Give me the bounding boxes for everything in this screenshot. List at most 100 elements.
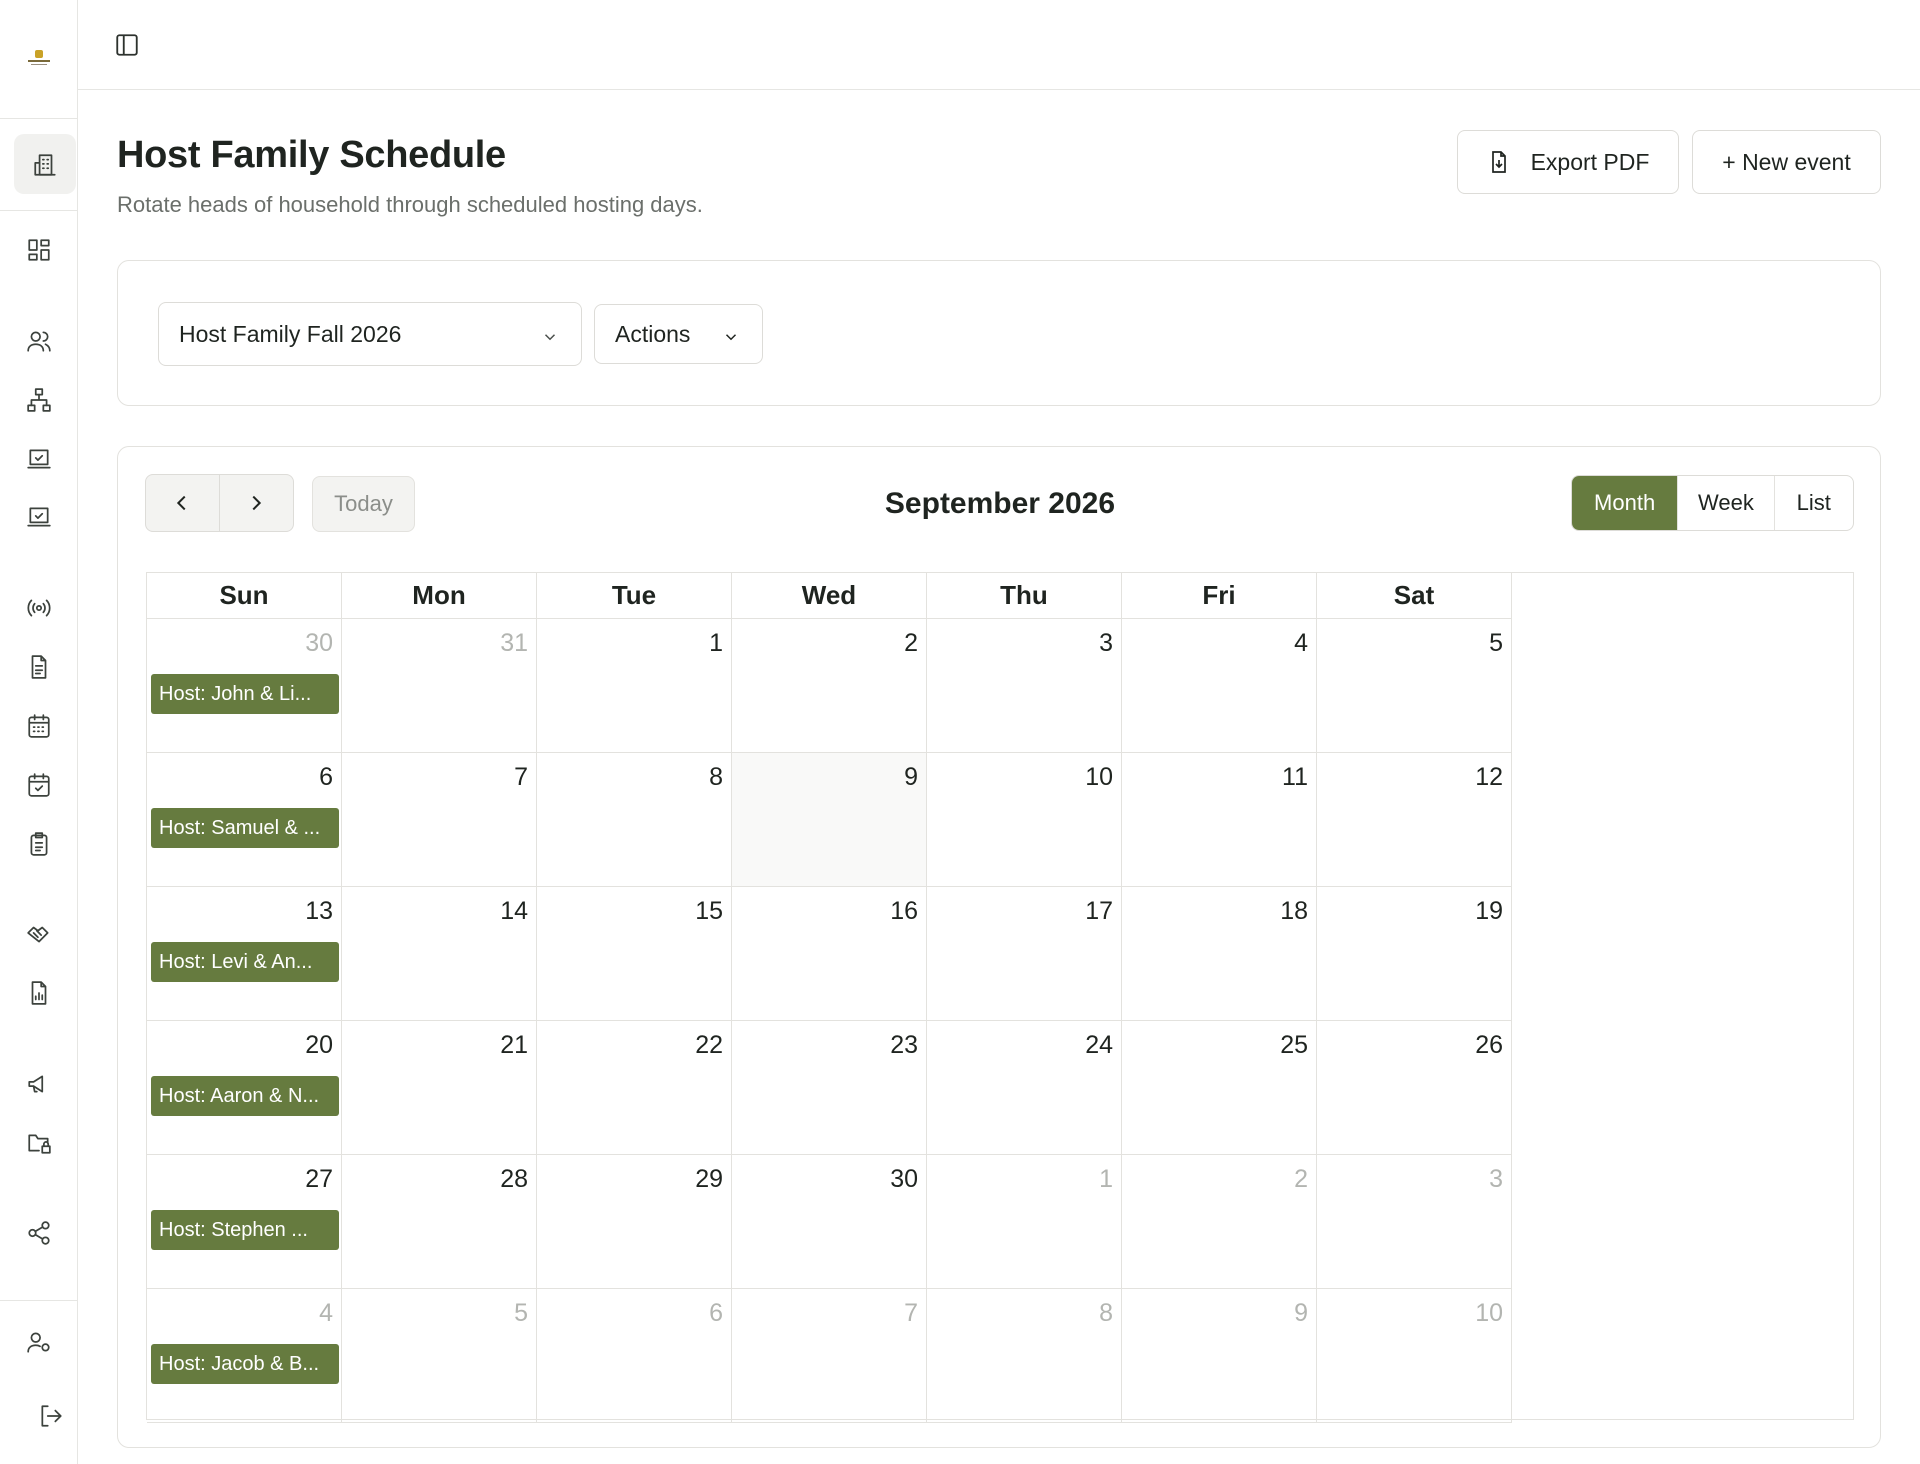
day-number: 20 xyxy=(305,1031,333,1059)
checkbox-icon[interactable] xyxy=(24,444,54,474)
day-cell[interactable]: 22 xyxy=(537,1021,732,1155)
day-number: 23 xyxy=(890,1031,918,1059)
day-cell[interactable]: 7 xyxy=(732,1289,927,1423)
building-icon[interactable] xyxy=(30,150,60,180)
day-number: 6 xyxy=(319,763,333,791)
org-chart-icon[interactable] xyxy=(24,385,54,415)
day-cell[interactable]: 29 xyxy=(537,1155,732,1289)
dashboard-icon[interactable] xyxy=(24,235,54,265)
day-cell[interactable]: 27 Host: Stephen ... xyxy=(147,1155,342,1289)
day-cell[interactable]: 15 xyxy=(537,887,732,1021)
day-cell[interactable]: 1 xyxy=(537,619,732,753)
day-cell[interactable]: 5 xyxy=(1317,619,1512,753)
checkbox-icon[interactable] xyxy=(24,502,54,532)
user-settings-icon[interactable] xyxy=(24,1327,54,1357)
day-cell[interactable]: 2 xyxy=(1122,1155,1317,1289)
sidebar-toggle-icon[interactable] xyxy=(114,32,140,58)
view-list-button[interactable]: List xyxy=(1775,476,1853,530)
day-cell[interactable]: 2 xyxy=(732,619,927,753)
day-cell[interactable]: 6 xyxy=(537,1289,732,1423)
schedule-select[interactable]: Host Family Fall 2026 xyxy=(158,302,582,366)
day-cell[interactable]: 6 Host: Samuel & ... xyxy=(147,753,342,887)
day-number: 15 xyxy=(695,897,723,925)
sidebar-divider xyxy=(0,1300,77,1301)
day-cell[interactable]: 30 xyxy=(732,1155,927,1289)
day-cell[interactable]: 16 xyxy=(732,887,927,1021)
sidebar-divider xyxy=(0,118,77,119)
logo[interactable] xyxy=(26,50,52,68)
week-row: 30 Host: John & Li... 31 1 2 3 4 5 xyxy=(147,619,1512,753)
day-cell[interactable]: 12 xyxy=(1317,753,1512,887)
day-number: 1 xyxy=(1099,1165,1113,1193)
sidebar xyxy=(0,0,78,1464)
calendar-card: Today September 2026 Month Week List Sun… xyxy=(117,446,1881,1448)
day-cell[interactable]: 9 xyxy=(732,753,927,887)
file-download-icon xyxy=(1491,151,1506,173)
users-icon[interactable] xyxy=(24,326,54,356)
report-icon[interactable] xyxy=(24,978,54,1008)
day-number: 6 xyxy=(709,1299,723,1327)
logout-icon[interactable] xyxy=(36,1401,66,1431)
day-cell[interactable]: 10 xyxy=(927,753,1122,887)
share-icon[interactable] xyxy=(24,1218,54,1248)
view-month-button[interactable]: Month xyxy=(1572,476,1679,530)
day-of-week-header: Sun Mon Tue Wed Thu Fri Sat xyxy=(147,573,1512,619)
day-number: 12 xyxy=(1475,763,1503,791)
day-number: 24 xyxy=(1085,1031,1113,1059)
day-number: 26 xyxy=(1475,1031,1503,1059)
day-number: 19 xyxy=(1475,897,1503,925)
calendar-event[interactable]: Host: John & Li... xyxy=(151,674,339,714)
day-cell[interactable]: 24 xyxy=(927,1021,1122,1155)
day-cell[interactable]: 30 Host: John & Li... xyxy=(147,619,342,753)
day-cell[interactable]: 8 xyxy=(537,753,732,887)
day-number: 13 xyxy=(305,897,333,925)
day-cell[interactable]: 17 xyxy=(927,887,1122,1021)
export-pdf-button[interactable]: Export PDF xyxy=(1457,130,1679,194)
day-cell[interactable]: 3 xyxy=(927,619,1122,753)
new-event-button[interactable]: + New event xyxy=(1692,130,1881,194)
handshake-icon[interactable] xyxy=(24,919,54,949)
day-cell[interactable]: 5 xyxy=(342,1289,537,1423)
day-cell[interactable]: 13 Host: Levi & An... xyxy=(147,887,342,1021)
day-cell[interactable]: 7 xyxy=(342,753,537,887)
day-cell[interactable]: 1 xyxy=(927,1155,1122,1289)
calendar-event[interactable]: Host: Samuel & ... xyxy=(151,808,339,848)
day-cell[interactable]: 8 xyxy=(927,1289,1122,1423)
day-cell[interactable]: 18 xyxy=(1122,887,1317,1021)
day-cell[interactable]: 14 xyxy=(342,887,537,1021)
calendar-event[interactable]: Host: Aaron & N... xyxy=(151,1076,339,1116)
day-of-week-thu: Thu xyxy=(927,573,1122,619)
day-number: 11 xyxy=(1282,763,1308,791)
day-number: 29 xyxy=(695,1165,723,1193)
day-cell[interactable]: 23 xyxy=(732,1021,927,1155)
day-cell[interactable]: 4 Host: Jacob & B... xyxy=(147,1289,342,1423)
view-week-button[interactable]: Week xyxy=(1678,476,1775,530)
calendar-event[interactable]: Host: Stephen ... xyxy=(151,1210,339,1250)
calendar-event[interactable]: Host: Jacob & B... xyxy=(151,1344,339,1384)
calendar-event[interactable]: Host: Levi & An... xyxy=(151,942,339,982)
day-cell[interactable]: 28 xyxy=(342,1155,537,1289)
calendar-icon[interactable] xyxy=(24,711,54,741)
folder-lock-icon[interactable] xyxy=(24,1128,54,1158)
day-cell[interactable]: 11 xyxy=(1122,753,1317,887)
calendar-check-icon[interactable] xyxy=(24,770,54,800)
actions-dropdown[interactable]: Actions xyxy=(594,304,763,364)
day-cell[interactable]: 9 xyxy=(1122,1289,1317,1423)
day-cell[interactable]: 26 xyxy=(1317,1021,1512,1155)
megaphone-icon[interactable] xyxy=(24,1069,54,1099)
document-icon[interactable] xyxy=(24,652,54,682)
day-cell[interactable]: 19 xyxy=(1317,887,1512,1021)
chevron-down-icon xyxy=(541,325,559,343)
day-cell[interactable]: 20 Host: Aaron & N... xyxy=(147,1021,342,1155)
day-of-week-sun: Sun xyxy=(147,573,342,619)
day-cell[interactable]: 4 xyxy=(1122,619,1317,753)
broadcast-icon[interactable] xyxy=(24,593,54,623)
day-number: 31 xyxy=(500,629,528,657)
day-cell[interactable]: 31 xyxy=(342,619,537,753)
export-pdf-label: Export PDF xyxy=(1530,148,1650,175)
day-cell[interactable]: 21 xyxy=(342,1021,537,1155)
clipboard-icon[interactable] xyxy=(24,829,54,859)
day-cell[interactable]: 10 xyxy=(1317,1289,1512,1423)
day-cell[interactable]: 25 xyxy=(1122,1021,1317,1155)
day-cell[interactable]: 3 xyxy=(1317,1155,1512,1289)
